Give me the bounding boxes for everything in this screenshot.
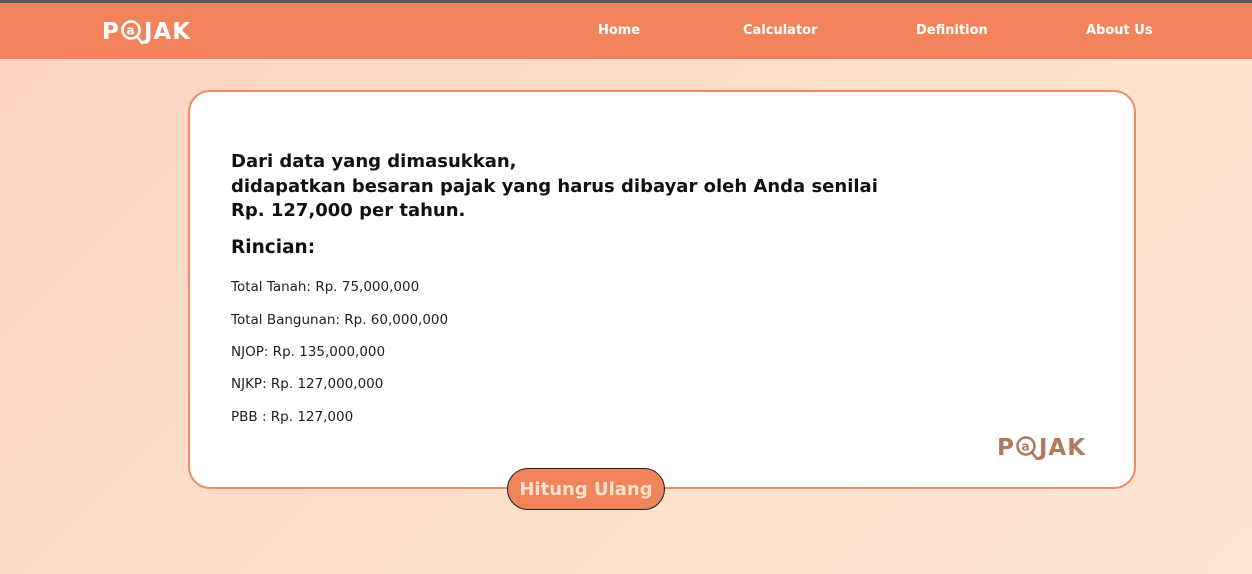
detail-njop: NJOP: Rp. 135,000,000 <box>231 344 386 360</box>
details-title: Rincian: <box>231 237 316 258</box>
summary-line-3: Rp. 127,000 per tahun. <box>231 200 466 221</box>
card-logo-letter-p: P <box>997 435 1015 461</box>
pajak-logo[interactable]: P a JAK <box>102 15 191 49</box>
card-pajak-logo: P a JAK <box>997 431 1086 465</box>
card-magnifier-a-icon: a <box>1016 431 1039 465</box>
summary-line-2: didapatkan besaran pajak yang harus diba… <box>231 175 878 197</box>
logo-letters-jak: JAK <box>143 19 192 45</box>
detail-pbb: PBB : Rp. 127,000 <box>231 409 354 425</box>
summary-line-1: Dari data yang dimasukkan, <box>231 151 517 172</box>
navbar: P a JAK Home Calculator Definition About… <box>0 3 1252 59</box>
logo-letter-p: P <box>102 19 120 45</box>
hitung-ulang-button[interactable]: Hitung Ulang <box>507 468 665 510</box>
nav-definition-link[interactable]: Definition <box>916 23 988 38</box>
magnifier-a-icon: a <box>121 15 144 49</box>
card-logo-letters-jak: JAK <box>1038 435 1087 461</box>
nav-about-us-link[interactable]: About Us <box>1086 23 1153 38</box>
nav-calculator-link[interactable]: Calculator <box>743 23 818 38</box>
svg-text:a: a <box>1021 440 1030 454</box>
detail-njkp: NJKP: Rp. 127,000,000 <box>231 376 384 392</box>
detail-total-bangunan: Total Bangunan: Rp. 60,000,000 <box>231 312 449 328</box>
result-summary: Dari data yang dimasukkan, didapatkan be… <box>231 150 931 224</box>
detail-total-tanah: Total Tanah: Rp. 75,000,000 <box>231 279 420 295</box>
nav-home-link[interactable]: Home <box>598 23 640 38</box>
result-card: Dari data yang dimasukkan, didapatkan be… <box>188 90 1136 489</box>
svg-text:a: a <box>126 24 135 38</box>
